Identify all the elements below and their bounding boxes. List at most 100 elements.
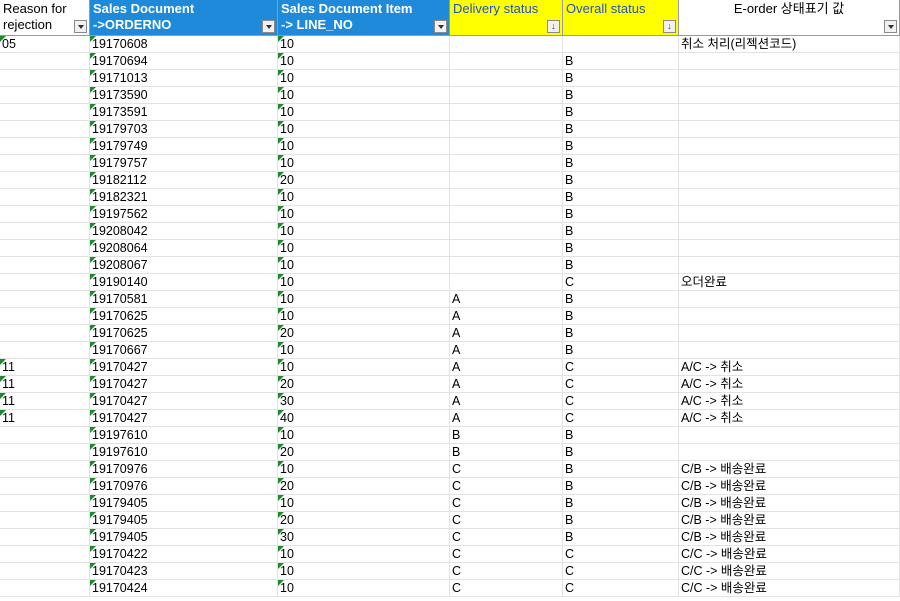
cell-delivery-status[interactable] xyxy=(450,240,563,257)
cell-overall-status[interactable]: C xyxy=(563,580,679,597)
cell-overall-status[interactable]: B xyxy=(563,121,679,138)
cell-order-no[interactable]: 19173590 xyxy=(90,87,278,104)
cell-delivery-status[interactable]: C xyxy=(450,478,563,495)
cell-eorder-status[interactable] xyxy=(679,427,900,444)
cell-eorder-status[interactable] xyxy=(679,189,900,206)
cell-eorder-status[interactable] xyxy=(679,172,900,189)
cell-reason[interactable] xyxy=(0,274,90,291)
cell-delivery-status[interactable] xyxy=(450,53,563,70)
cell-eorder-status[interactable]: C/C -> 배송완료 xyxy=(679,546,900,563)
cell-delivery-status[interactable]: A xyxy=(450,291,563,308)
cell-line-no[interactable]: 10 xyxy=(278,359,450,376)
cell-eorder-status[interactable] xyxy=(679,257,900,274)
cell-line-no[interactable]: 10 xyxy=(278,291,450,308)
cell-line-no[interactable]: 10 xyxy=(278,580,450,597)
cell-line-no[interactable]: 10 xyxy=(278,257,450,274)
cell-overall-status[interactable]: B xyxy=(563,444,679,461)
cell-reason[interactable] xyxy=(0,325,90,342)
cell-eorder-status[interactable]: 오더완료 xyxy=(679,274,900,291)
cell-eorder-status[interactable] xyxy=(679,240,900,257)
cell-delivery-status[interactable]: A xyxy=(450,410,563,427)
cell-delivery-status[interactable]: B xyxy=(450,444,563,461)
cell-eorder-status[interactable]: A/C -> 취소 xyxy=(679,376,900,393)
cell-line-no[interactable]: 10 xyxy=(278,36,450,53)
cell-reason[interactable] xyxy=(0,104,90,121)
cell-reason[interactable] xyxy=(0,70,90,87)
cell-order-no[interactable]: 19170625 xyxy=(90,325,278,342)
cell-delivery-status[interactable] xyxy=(450,223,563,240)
cell-line-no[interactable]: 10 xyxy=(278,427,450,444)
cell-reason[interactable]: 05 xyxy=(0,36,90,53)
cell-eorder-status[interactable]: 취소 처리(리젝션코드) xyxy=(679,36,900,53)
cell-order-no[interactable]: 19170667 xyxy=(90,342,278,359)
cell-delivery-status[interactable] xyxy=(450,121,563,138)
column-header-sales-document[interactable]: Sales Document ->ORDERNO xyxy=(90,0,278,36)
cell-delivery-status[interactable] xyxy=(450,189,563,206)
cell-delivery-status[interactable]: C xyxy=(450,512,563,529)
cell-line-no[interactable]: 10 xyxy=(278,189,450,206)
cell-delivery-status[interactable]: C xyxy=(450,461,563,478)
cell-line-no[interactable]: 10 xyxy=(278,104,450,121)
cell-overall-status[interactable]: B xyxy=(563,206,679,223)
cell-overall-status[interactable]: B xyxy=(563,478,679,495)
cell-order-no[interactable]: 19182112 xyxy=(90,172,278,189)
cell-reason[interactable] xyxy=(0,240,90,257)
cell-eorder-status[interactable] xyxy=(679,87,900,104)
cell-overall-status[interactable]: B xyxy=(563,87,679,104)
cell-line-no[interactable]: 10 xyxy=(278,274,450,291)
cell-line-no[interactable]: 10 xyxy=(278,223,450,240)
cell-overall-status[interactable]: B xyxy=(563,70,679,87)
cell-order-no[interactable]: 19170976 xyxy=(90,478,278,495)
cell-line-no[interactable]: 20 xyxy=(278,376,450,393)
cell-order-no[interactable]: 19170423 xyxy=(90,563,278,580)
cell-overall-status[interactable]: B xyxy=(563,427,679,444)
cell-eorder-status[interactable]: C/B -> 배송완료 xyxy=(679,461,900,478)
cell-reason[interactable] xyxy=(0,121,90,138)
cell-order-no[interactable]: 19170427 xyxy=(90,393,278,410)
cell-delivery-status[interactable]: C xyxy=(450,563,563,580)
filter-dropdown-icon[interactable] xyxy=(434,20,447,33)
cell-order-no[interactable]: 19179405 xyxy=(90,529,278,546)
cell-overall-status[interactable]: B xyxy=(563,495,679,512)
cell-line-no[interactable]: 10 xyxy=(278,308,450,325)
cell-overall-status[interactable]: B xyxy=(563,240,679,257)
cell-delivery-status[interactable]: C xyxy=(450,495,563,512)
cell-order-no[interactable]: 19170581 xyxy=(90,291,278,308)
cell-line-no[interactable]: 10 xyxy=(278,121,450,138)
cell-eorder-status[interactable] xyxy=(679,308,900,325)
cell-order-no[interactable]: 19208042 xyxy=(90,223,278,240)
cell-line-no[interactable]: 10 xyxy=(278,240,450,257)
cell-overall-status[interactable]: C xyxy=(563,546,679,563)
cell-delivery-status[interactable]: C xyxy=(450,580,563,597)
cell-line-no[interactable]: 10 xyxy=(278,155,450,172)
cell-reason[interactable] xyxy=(0,546,90,563)
cell-order-no[interactable]: 19179749 xyxy=(90,138,278,155)
cell-reason[interactable]: 11 xyxy=(0,376,90,393)
cell-reason[interactable] xyxy=(0,53,90,70)
cell-line-no[interactable]: 20 xyxy=(278,325,450,342)
cell-order-no[interactable]: 19197610 xyxy=(90,444,278,461)
cell-delivery-status[interactable]: C xyxy=(450,546,563,563)
cell-eorder-status[interactable] xyxy=(679,291,900,308)
filter-sorted-icon[interactable] xyxy=(547,20,560,33)
cell-reason[interactable] xyxy=(0,257,90,274)
filter-dropdown-icon[interactable] xyxy=(74,20,87,33)
column-header-reason-for-rejection[interactable]: Reason for rejection xyxy=(0,0,90,36)
cell-line-no[interactable]: 40 xyxy=(278,410,450,427)
cell-delivery-status[interactable] xyxy=(450,138,563,155)
cell-overall-status[interactable]: B xyxy=(563,155,679,172)
cell-eorder-status[interactable]: A/C -> 취소 xyxy=(679,359,900,376)
cell-overall-status[interactable]: B xyxy=(563,172,679,189)
cell-order-no[interactable]: 19179405 xyxy=(90,495,278,512)
cell-line-no[interactable]: 10 xyxy=(278,138,450,155)
cell-line-no[interactable]: 20 xyxy=(278,478,450,495)
cell-eorder-status[interactable]: C/C -> 배송완료 xyxy=(679,563,900,580)
cell-reason[interactable] xyxy=(0,291,90,308)
filter-dropdown-icon[interactable] xyxy=(884,20,897,33)
cell-line-no[interactable]: 20 xyxy=(278,512,450,529)
cell-overall-status[interactable]: B xyxy=(563,189,679,206)
filter-sorted-icon[interactable] xyxy=(663,20,676,33)
cell-line-no[interactable]: 10 xyxy=(278,342,450,359)
cell-line-no[interactable]: 20 xyxy=(278,444,450,461)
column-header-delivery-status[interactable]: Delivery status xyxy=(450,0,563,36)
